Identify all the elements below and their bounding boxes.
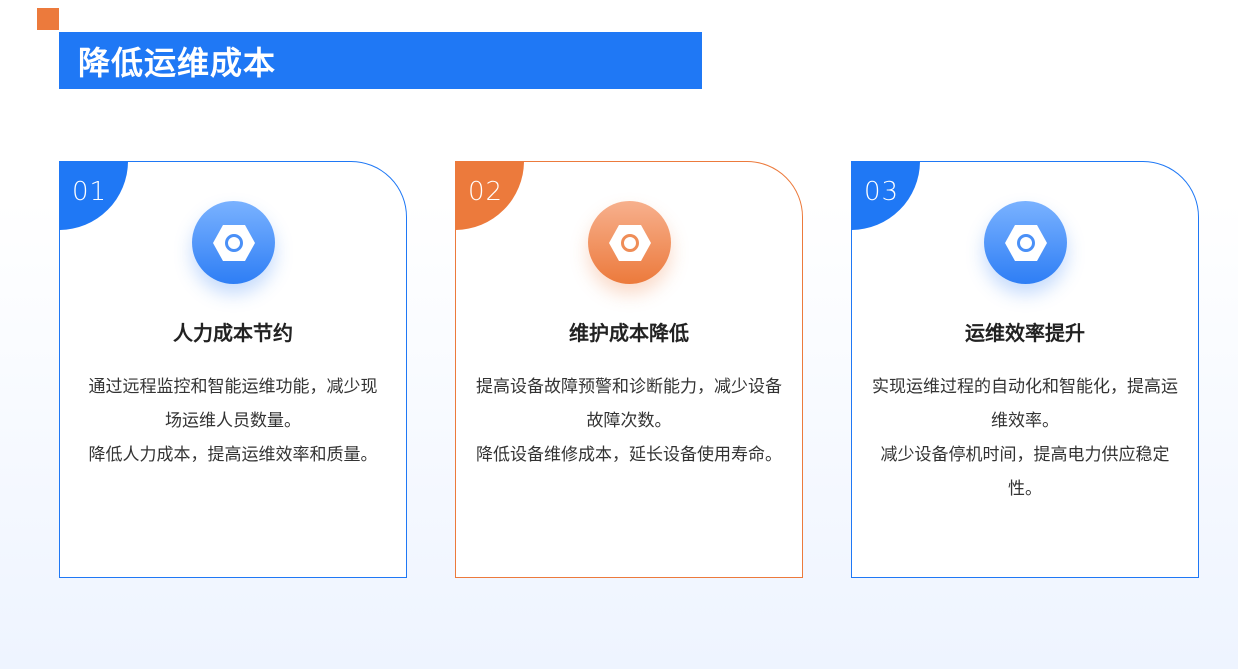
hex-nut-icon (984, 201, 1067, 284)
hex-nut-icon (192, 201, 275, 284)
card-maintenance-cost: 02 维护成本降低 提高设备故障预警和诊断能力，减少设备故障次数。 降低设备维修… (455, 161, 803, 578)
card-number: 01 (72, 177, 108, 207)
hex-nut-icon (588, 201, 671, 284)
title-banner: 降低运维成本 (59, 32, 702, 89)
card-number-badge: 01 (60, 162, 128, 230)
card-description-line: 降低人力成本，提高运维效率和质量。 (88, 445, 378, 465)
card-number-badge: 02 (456, 162, 524, 230)
card-title: 运维效率提升 (965, 321, 1085, 345)
card-description: 通过远程监控和智能运维功能，减少现场运维人员数量。 降低人力成本，提高运维效率和… (70, 370, 396, 472)
card-description-line: 实现运维过程的自动化和智能化，提高运维效率。 (872, 377, 1178, 431)
card-description-line: 提高设备故障预警和诊断能力，减少设备故障次数。 (476, 377, 782, 431)
card-number: 03 (864, 177, 900, 207)
card-number-badge: 03 (852, 162, 920, 230)
card-title: 人力成本节约 (173, 321, 293, 345)
card-description: 实现运维过程的自动化和智能化，提高运维效率。 减少设备停机时间，提高电力供应稳定… (868, 370, 1182, 506)
accent-square (37, 8, 59, 30)
card-description: 提高设备故障预警和诊断能力，减少设备故障次数。 降低设备维修成本，延长设备使用寿… (472, 370, 786, 472)
card-title: 维护成本降低 (569, 321, 689, 345)
card-number: 02 (468, 177, 504, 207)
card-description-line: 通过远程监控和智能运维功能，减少现场运维人员数量。 (88, 377, 378, 431)
card-description-line: 减少设备停机时间，提高电力供应稳定性。 (880, 445, 1170, 499)
card-efficiency: 03 运维效率提升 实现运维过程的自动化和智能化，提高运维效率。 减少设备停机时… (851, 161, 1199, 578)
card-labor-cost: 01 人力成本节约 通过远程监控和智能运维功能，减少现场运维人员数量。 降低人力… (59, 161, 407, 578)
page-title: 降低运维成本 (78, 43, 277, 82)
card-description-line: 降低设备维修成本，延长设备使用寿命。 (476, 445, 782, 465)
